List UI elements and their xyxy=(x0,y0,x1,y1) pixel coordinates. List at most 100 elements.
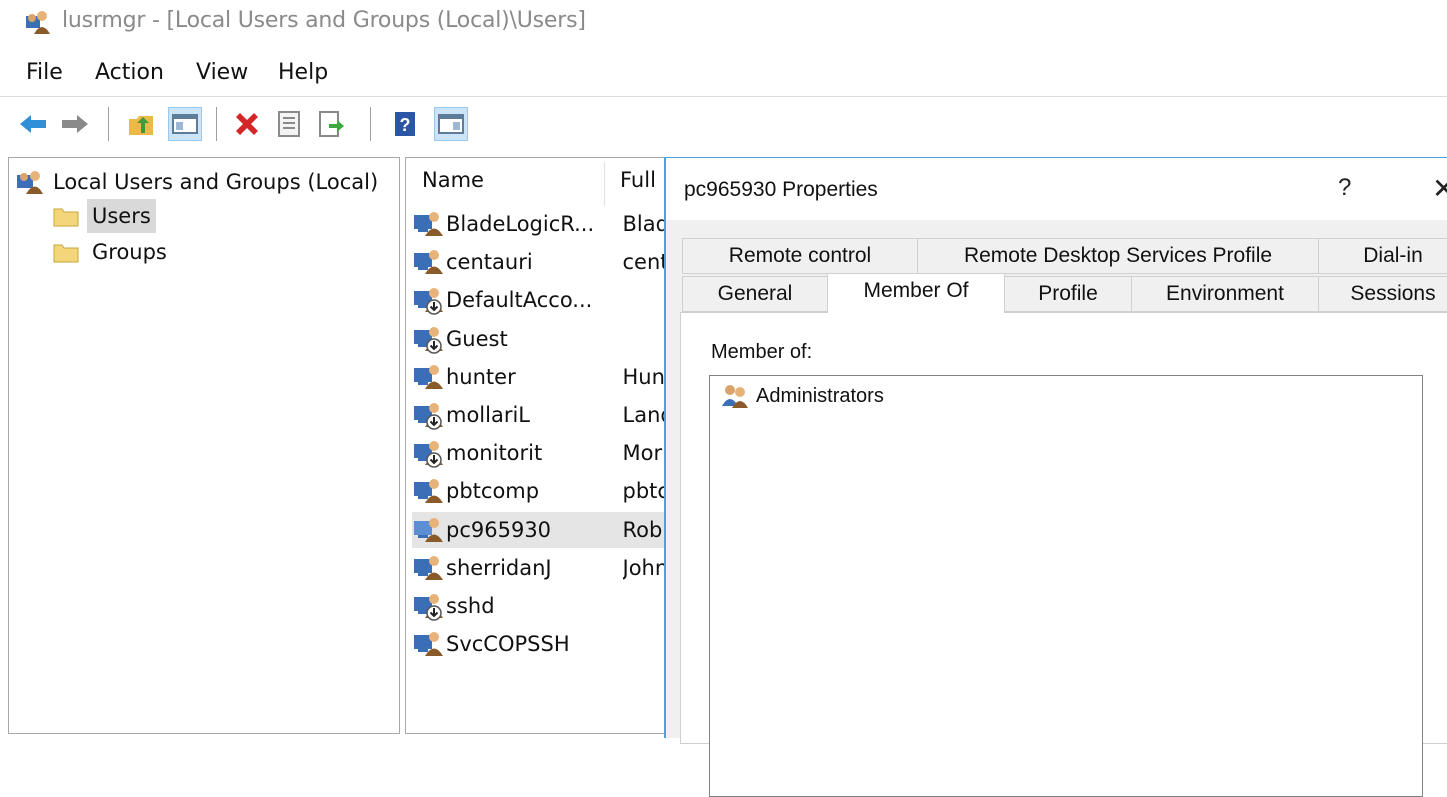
user-icon xyxy=(414,517,443,542)
user-full-name: Mor xyxy=(622,441,663,466)
member-of-label: Member of: xyxy=(711,341,813,363)
properties-icon xyxy=(278,111,300,137)
table-row[interactable]: Guest xyxy=(412,321,668,357)
disabled-user-icon xyxy=(414,326,443,354)
table-row[interactable]: DefaultAcco... xyxy=(412,282,668,318)
list-item[interactable]: Administrators xyxy=(720,382,884,410)
table-row[interactable]: centauri cent xyxy=(412,244,668,280)
table-row[interactable]: SvcCOPSSH xyxy=(412,626,668,662)
console-tree[interactable]: Local Users and Groups (Local) Users Gro… xyxy=(8,157,400,734)
toolbar-separator xyxy=(216,107,217,141)
folder-icon xyxy=(53,244,79,262)
user-full-name: pbtc xyxy=(622,479,668,504)
back-arrow-icon xyxy=(20,115,46,133)
users-mmc-icon xyxy=(26,11,50,34)
column-header-full-name[interactable]: Full xyxy=(620,168,656,192)
show-hide-action-pane-button[interactable] xyxy=(434,107,468,141)
tab-remote-control[interactable]: Remote control xyxy=(682,238,918,274)
tree-root[interactable]: Local Users and Groups (Local) xyxy=(15,165,378,199)
user-name: pc965930 xyxy=(446,517,552,542)
user-icon xyxy=(414,555,443,580)
user-name: SvcCOPSSH xyxy=(446,632,570,657)
user-icon xyxy=(414,364,443,389)
table-row[interactable]: BladeLogicR... Blad xyxy=(412,206,668,242)
up-folder-icon xyxy=(129,116,153,135)
menu-view[interactable]: View xyxy=(196,60,248,85)
tab-remote-desktop-services-profile[interactable]: Remote Desktop Services Profile xyxy=(917,238,1319,274)
tree-root-label: Local Users and Groups (Local) xyxy=(53,170,379,194)
table-row[interactable]: mollariL Land xyxy=(412,397,668,433)
tab-dial-in[interactable]: Dial-in xyxy=(1318,238,1447,274)
user-full-name: Rob xyxy=(622,517,663,542)
member-name: Administrators xyxy=(756,384,884,407)
table-row[interactable]: sherridanJ John xyxy=(412,550,668,586)
export-list-icon xyxy=(319,111,344,137)
tree-item-label: Groups xyxy=(92,240,167,264)
user-name: BladeLogicR... xyxy=(446,212,595,236)
show-hide-tree-button[interactable] xyxy=(168,107,202,141)
user-name: centauri xyxy=(446,250,533,275)
users-list[interactable]: Name Full BladeLogicR... Blad centauri cent… xyxy=(405,157,669,734)
user-full-name: cent xyxy=(622,250,668,275)
table-row[interactable]: pbtcomp pbtc xyxy=(412,473,668,509)
tree-item-users[interactable]: Users xyxy=(53,199,156,233)
tab-sessions[interactable]: Sessions xyxy=(1318,276,1447,312)
table-row[interactable]: sshd xyxy=(412,588,668,624)
user-name: pbtcomp xyxy=(446,479,540,504)
help-icon: ? xyxy=(395,112,415,136)
table-row[interactable]: hunter Hun xyxy=(412,359,668,395)
user-name: mollariL xyxy=(446,403,531,427)
menu-action[interactable]: Action xyxy=(95,60,164,85)
tab-member-of[interactable]: Member Of xyxy=(827,273,1005,313)
toolbar-separator xyxy=(370,107,371,141)
delete-button[interactable] xyxy=(230,107,264,141)
user-name: hunter xyxy=(446,364,516,389)
user-name: monitorit xyxy=(446,441,543,466)
properties-button[interactable] xyxy=(272,107,306,141)
tree-item-groups[interactable]: Groups xyxy=(53,235,172,269)
menu-bar: File Action View Help xyxy=(0,58,1447,94)
member-of-list[interactable]: Administrators xyxy=(709,375,1423,797)
forward-button[interactable] xyxy=(58,107,92,141)
user-name: sshd xyxy=(446,594,495,618)
user-name: sherridanJ xyxy=(446,555,552,580)
table-row[interactable]: pc965930 Rob xyxy=(412,511,668,548)
menu-file[interactable]: File xyxy=(26,60,63,85)
group-icon xyxy=(722,385,748,408)
menu-help[interactable]: Help xyxy=(278,60,328,85)
tab-general[interactable]: General xyxy=(682,276,828,312)
user-name: Guest xyxy=(446,326,508,351)
dialog-titlebar[interactable]: pc965930 Properties ? ✕ xyxy=(666,158,1447,220)
dialog-help-button[interactable]: ? xyxy=(1338,174,1351,202)
toolbar: ? xyxy=(0,96,1447,153)
tab-environment[interactable]: Environment xyxy=(1131,276,1319,312)
disabled-user-icon xyxy=(414,441,443,468)
user-name: DefaultAcco... xyxy=(446,288,593,313)
column-separator[interactable] xyxy=(604,162,605,206)
table-row[interactable]: monitorit Mor xyxy=(412,435,668,471)
user-icon xyxy=(414,479,443,504)
svg-text:?: ? xyxy=(400,115,411,135)
dialog-title: pc965930 Properties xyxy=(684,178,878,201)
forward-arrow-icon xyxy=(62,115,88,133)
up-one-level-button[interactable] xyxy=(124,107,158,141)
dialog-close-button[interactable]: ✕ xyxy=(1432,172,1447,205)
tree-item-label: Users xyxy=(87,199,156,233)
user-full-name: Blad xyxy=(622,212,668,236)
back-button[interactable] xyxy=(16,107,50,141)
user-full-name: Hun xyxy=(622,364,665,389)
tab-profile[interactable]: Profile xyxy=(1004,276,1132,312)
window-title: lusrmgr - [Local Users and Groups (Local… xyxy=(62,8,586,33)
show-hide-tree-icon xyxy=(172,114,198,134)
export-list-button[interactable] xyxy=(314,107,348,141)
user-full-name: John xyxy=(622,555,668,580)
window-titlebar: lusrmgr - [Local Users and Groups (Local… xyxy=(0,0,1447,50)
disabled-user-icon xyxy=(414,594,443,621)
member-of-tab-panel: Member of: Administrators xyxy=(680,312,1447,797)
help-button[interactable]: ? xyxy=(388,107,422,141)
folder-icon xyxy=(53,208,79,226)
user-icon xyxy=(414,250,443,275)
column-header-name[interactable]: Name xyxy=(422,168,484,192)
properties-dialog: pc965930 Properties ? ✕ Remote control R… xyxy=(664,157,1447,797)
toolbar-separator xyxy=(108,107,109,141)
